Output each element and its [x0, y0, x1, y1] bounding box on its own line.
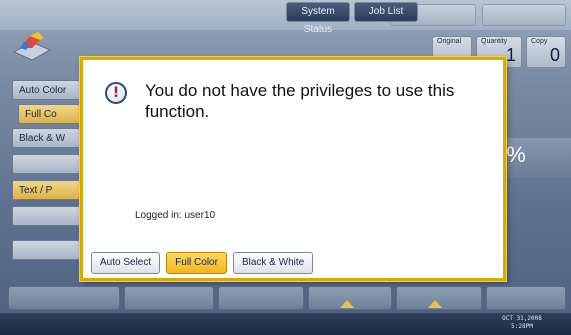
privilege-warning-dialog: ! You do not have the privileges to use …	[80, 57, 506, 281]
copy-caption: Copy	[531, 38, 548, 45]
copy-counter: Copy 0	[526, 36, 566, 68]
quantity-value: 1	[505, 45, 516, 65]
job-list-button[interactable]: Job List	[354, 2, 418, 22]
date-time-display: OCT 31,2008 5:28PM	[482, 315, 562, 331]
blank-side-button-2[interactable]	[12, 206, 80, 226]
scanner-logo-icon	[12, 32, 52, 61]
bottom-tab-3[interactable]	[218, 286, 304, 310]
bottom-tab-2[interactable]	[124, 286, 214, 310]
logged-in-text: Logged in: user10	[135, 210, 216, 221]
copy-value: 0	[549, 45, 560, 65]
auto-select-button[interactable]: Auto Select	[91, 252, 161, 274]
density-side-button[interactable]	[12, 240, 80, 260]
expand-arrow-icon-2	[428, 300, 442, 308]
bottom-tab-6[interactable]	[486, 286, 566, 310]
text-photo-side-button[interactable]: Text / P	[12, 180, 80, 200]
expand-arrow-icon	[340, 300, 354, 308]
blank-side-button[interactable]	[12, 154, 80, 174]
system-status-button[interactable]: System Status	[286, 2, 350, 35]
top-button-right[interactable]	[482, 4, 566, 26]
bottom-tab-1[interactable]	[8, 286, 120, 310]
full-color-button[interactable]: Full Color	[166, 252, 227, 274]
date-text: OCT 31,2008	[502, 315, 542, 322]
black-white-side-button[interactable]: Black & W	[12, 128, 80, 148]
warning-icon: !	[105, 82, 127, 104]
time-text: 5:28PM	[511, 323, 533, 330]
color-option-row: Auto Select Full Color Black & White	[91, 252, 314, 274]
original-caption: Original	[437, 38, 462, 45]
quantity-caption: Quantity	[481, 38, 508, 45]
copier-screen: Original Quantity 1 Copy 0 Auto Color Fu…	[0, 0, 571, 335]
auto-color-button[interactable]: Auto Color	[12, 80, 80, 100]
black-white-button[interactable]: Black & White	[232, 252, 314, 274]
full-color-side-button[interactable]: Full Co	[18, 104, 80, 124]
dialog-message: You do not have the privileges to use th…	[145, 81, 455, 121]
